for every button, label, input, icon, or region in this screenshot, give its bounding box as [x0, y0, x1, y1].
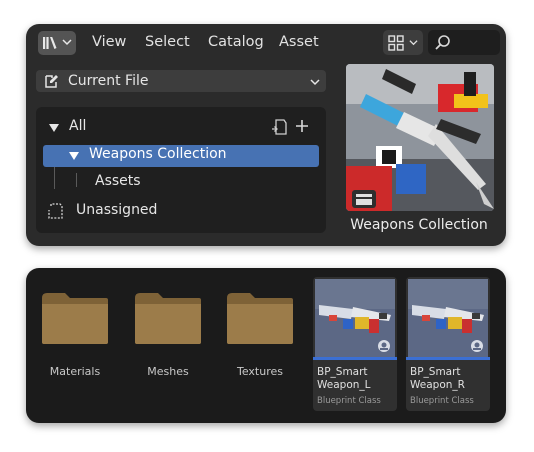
current-file-icon [45, 75, 58, 88]
grid-icon [388, 35, 404, 51]
catalog-all[interactable]: All [69, 118, 86, 134]
folder-label-materials: Materials [49, 365, 101, 378]
content-browser-panel: Materials Meshes Textures BP_Smart Weapo… [26, 268, 506, 423]
editor-type-button[interactable] [38, 31, 76, 55]
new-catalog-icon[interactable] [270, 118, 288, 136]
chevron-down-icon [310, 79, 320, 86]
blueprint-class-icon [471, 340, 483, 352]
asset-browser-icon [43, 37, 57, 49]
catalog-item-weapons-collection[interactable]: Weapons Collection [43, 145, 319, 167]
asset-browser-panel: View Select Catalog Asset Current File A… [26, 24, 506, 246]
folder-icon[interactable] [133, 290, 203, 346]
asset-name-line: BP_Smart [317, 366, 368, 378]
asset-card[interactable]: BP_Smart Weapon_R Blueprint Class [406, 277, 490, 411]
menu-select[interactable]: Select [145, 34, 190, 50]
asset-browser-header: View Select Catalog Asset [26, 24, 506, 62]
search-icon [435, 35, 450, 50]
asset-type-underline [313, 357, 397, 360]
menu-catalog[interactable]: Catalog [208, 34, 264, 50]
asset-name-line: Weapon_L [317, 379, 371, 391]
catalog-tree: All Weapons Collection Assets Unassigned [36, 107, 326, 233]
add-icon[interactable] [295, 119, 309, 133]
asset-card[interactable]: BP_Smart Weapon_L Blueprint Class [313, 277, 397, 411]
menu-asset[interactable]: Asset [279, 34, 319, 50]
unassigned-icon [48, 203, 63, 219]
blueprint-class-icon [378, 340, 390, 352]
folder-icon[interactable] [40, 290, 110, 346]
asset-library-dropdown[interactable]: Current File [36, 70, 326, 92]
menu-view[interactable]: View [92, 34, 126, 50]
display-mode-button[interactable] [383, 30, 423, 55]
asset-type-underline [406, 357, 490, 360]
folder-label-textures: Textures [237, 365, 283, 378]
catalog-item-assets[interactable]: Assets [95, 173, 141, 189]
catalog-unassigned[interactable]: Unassigned [76, 202, 157, 218]
catalog-item-label: Weapons Collection [89, 146, 227, 162]
asset-type-label: Blueprint Class [317, 396, 381, 406]
folder-label-meshes: Meshes [147, 365, 189, 378]
asset-name-line: BP_Smart [410, 366, 461, 378]
asset-name: BP_Smart Weapon_R [410, 366, 465, 392]
expand-triangle-icon[interactable] [69, 152, 79, 160]
tree-guide-line [54, 167, 55, 189]
asset-name-line: Weapon_R [410, 379, 465, 391]
preview-caption: Weapons Collection [350, 217, 488, 233]
folder-icon[interactable] [225, 290, 295, 346]
asset-type-label: Blueprint Class [410, 396, 474, 406]
expand-triangle-icon[interactable] [49, 124, 59, 132]
search-field[interactable] [428, 30, 500, 55]
asset-name: BP_Smart Weapon_L [317, 366, 371, 392]
asset-preview-thumbnail[interactable] [346, 64, 494, 211]
chevron-down-icon [409, 40, 418, 46]
chevron-down-icon [62, 39, 72, 46]
weapon-preview-image [346, 64, 494, 211]
tree-guide-line [76, 173, 77, 187]
asset-library-value: Current File [68, 73, 149, 89]
